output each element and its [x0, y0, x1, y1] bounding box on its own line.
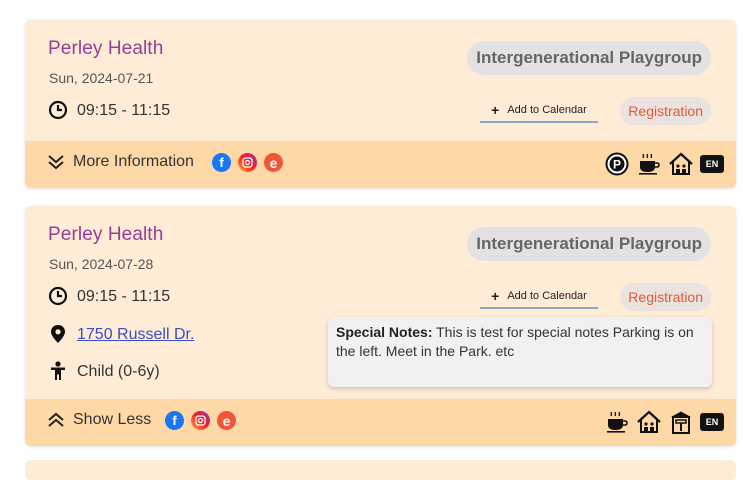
organization-name: Perley Health: [48, 224, 164, 245]
social-links: f e: [165, 411, 236, 430]
event-time: 09:15 - 11:15: [77, 288, 171, 305]
special-notes-label: Special Notes:: [336, 324, 433, 340]
category-tag: Intergenerational Playgroup: [467, 227, 711, 261]
plus-icon: +: [491, 102, 500, 118]
double-chevron-down-icon: [48, 155, 64, 170]
indoor-playground-icon: [636, 409, 662, 435]
coffee-icon: [636, 151, 662, 177]
add-to-calendar-button[interactable]: + Add to Calendar: [480, 99, 598, 123]
indoor-playground-icon: [668, 151, 694, 177]
address-link[interactable]: 1750 Russell Dr.: [77, 326, 194, 344]
event-date: Sun, 2024-07-28: [49, 256, 154, 272]
instagram-icon[interactable]: [191, 411, 210, 430]
event-date: Sun, 2024-07-21: [49, 70, 154, 86]
show-less-toggle[interactable]: Show Less: [47, 411, 151, 429]
facebook-icon[interactable]: f: [212, 153, 231, 172]
category-tag: Intergenerational Playgroup: [467, 41, 711, 75]
svg-text:P: P: [613, 158, 621, 172]
facebook-icon[interactable]: f: [165, 411, 184, 430]
card-footer: More Information f e P EN: [25, 141, 736, 188]
add-to-calendar-label: Add to Calendar: [507, 104, 587, 116]
toggle-label: Show Less: [73, 411, 152, 428]
parking-icon: P: [604, 151, 630, 177]
add-to-calendar-button[interactable]: + Add to Calendar: [480, 285, 598, 309]
child-icon: [51, 361, 65, 380]
amenities-list: P EN: [604, 151, 724, 177]
eventbrite-icon[interactable]: e: [217, 411, 236, 430]
special-notes-box: Special Notes: This is test for special …: [328, 317, 712, 387]
organization-name: Perley Health: [48, 38, 164, 59]
double-chevron-up-icon: [48, 412, 64, 427]
registration-button[interactable]: Registration: [620, 283, 711, 311]
eventbrite-icon[interactable]: e: [264, 153, 283, 172]
event-card: Perley Health Sun, 2024-07-28 Intergener…: [25, 206, 736, 446]
plus-icon: +: [491, 288, 500, 304]
toggle-label: More Information: [73, 153, 194, 170]
social-links: f e: [212, 153, 283, 172]
language-badge: EN: [700, 155, 724, 173]
clock-icon: [48, 100, 68, 120]
amenities-list: EN: [604, 409, 724, 435]
clock-icon: [48, 286, 68, 306]
add-to-calendar-label: Add to Calendar: [507, 290, 587, 302]
card-footer: Show Less f e EN: [25, 399, 736, 446]
more-information-toggle[interactable]: More Information: [47, 153, 194, 171]
instagram-icon[interactable]: [238, 153, 257, 172]
location-pin-icon: [51, 325, 65, 343]
event-card-partial: [25, 460, 736, 480]
outdoor-shelter-icon: [668, 409, 694, 435]
event-time: 09:15 - 11:15: [77, 102, 171, 119]
event-card: Perley Health Sun, 2024-07-21 Intergener…: [25, 20, 736, 188]
registration-button[interactable]: Registration: [620, 97, 711, 125]
age-group: Child (0-6y): [77, 363, 160, 380]
coffee-icon: [604, 409, 630, 435]
language-badge: EN: [700, 413, 724, 431]
